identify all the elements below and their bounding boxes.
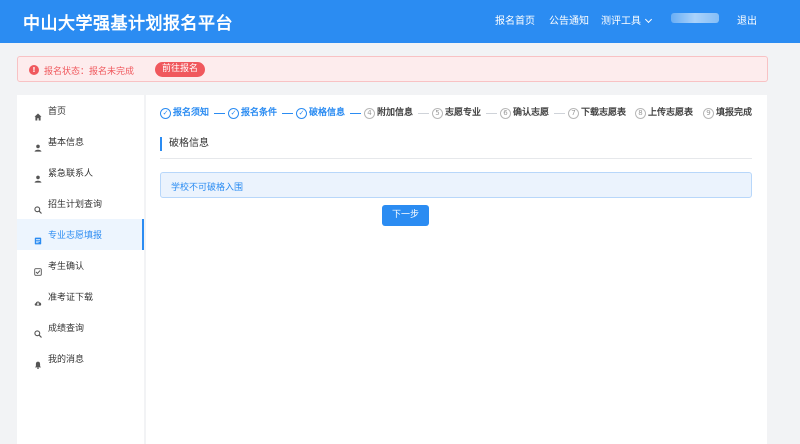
main-panel: ✓ 报名须知 ✓ 报名条件 ✓ 破格信息 4 附加信息 5 志愿专业 6 确认志愿 7 下载志愿表 8 上传志…	[146, 95, 767, 444]
info-message: 学校不可破格入围	[171, 183, 244, 193]
sidebar-item-label: 我的消息	[48, 355, 85, 365]
nav-tools-label: 测评工具	[601, 16, 641, 27]
step-connector	[214, 113, 225, 114]
user-name-blurred[interactable]	[671, 13, 719, 23]
sidebar-item-label: 首页	[48, 107, 67, 117]
progress-step-label: 报名须知	[173, 108, 210, 118]
section-title: 破格信息	[160, 137, 209, 151]
step-number-icon: 5	[432, 108, 443, 119]
progress-step-label: 报名条件	[241, 108, 278, 118]
sidebar-item[interactable]: 我的消息	[17, 343, 144, 374]
sidebar-item[interactable]: 紧急联系人	[17, 157, 144, 188]
progress-step-label: 志愿专业	[445, 108, 482, 118]
logout-link[interactable]: 退出	[737, 12, 757, 27]
progress-step-label: 上传志愿表	[648, 108, 694, 118]
info-message-box: 学校不可破格入围	[160, 172, 752, 198]
sidebar-item-label: 专业志愿填报	[48, 231, 103, 241]
site-title: 中山大学强基计划报名平台	[23, 14, 233, 34]
step-number-icon: 7	[568, 108, 579, 119]
step-connector	[350, 113, 361, 114]
step-connector	[282, 113, 293, 114]
step-connector	[554, 113, 565, 114]
sidebar-item-label: 考生确认	[48, 262, 85, 272]
go-register-button[interactable]: 前往报名	[155, 62, 206, 77]
sidebar-item[interactable]: 基本信息	[17, 126, 144, 157]
step-connector	[486, 113, 497, 114]
step-number-icon: 6	[500, 108, 511, 119]
registration-status-alert: ! 报名状态：报名未完成 前往报名	[17, 56, 768, 82]
user-icon	[34, 137, 42, 152]
check-circle-icon: ✓	[228, 108, 239, 119]
cloud-download-icon	[34, 292, 42, 306]
nav-home-link[interactable]: 报名首页	[495, 12, 535, 27]
sidebar-item-label: 准考证下载	[48, 293, 94, 303]
check-circle-icon: ✓	[296, 108, 307, 119]
progress-step-label: 附加信息	[377, 108, 414, 118]
sidebar-item[interactable]: 招生计划查询	[17, 188, 144, 219]
progress-steps: ✓ 报名须知 ✓ 报名条件 ✓ 破格信息 4 附加信息 5 志愿专业 6 确认志愿 7 下载志愿表 8 上传志…	[160, 108, 760, 122]
registration-status-text: 报名状态：报名未完成	[44, 67, 135, 77]
form-icon	[34, 230, 42, 245]
sidebar-item-label: 招生计划查询	[48, 200, 103, 210]
search-icon	[34, 199, 42, 214]
check-icon	[34, 261, 42, 276]
check-circle-icon: ✓	[160, 108, 171, 119]
progress-step-label: 确认志愿	[513, 108, 550, 118]
sidebar-menu: 首页基本信息紧急联系人招生计划查询 专业志愿填报 考生确认准考证下载成绩查询我的消息	[17, 95, 144, 444]
step-number-icon: 9	[703, 108, 714, 119]
sidebar-item-label: 成绩查询	[48, 324, 85, 334]
sidebar-item-label: 紧急联系人	[48, 169, 94, 179]
top-header: 中山大学强基计划报名平台 报名首页 公告通知 测评工具 退出	[0, 0, 800, 43]
progress-step-label: 下载志愿表	[581, 108, 627, 118]
search-icon	[34, 323, 42, 338]
alert-icon: !	[29, 65, 39, 75]
sidebar-item[interactable]: 成绩查询	[17, 312, 144, 343]
section-divider	[160, 158, 752, 159]
sidebar-item[interactable]: 首页	[17, 95, 144, 126]
next-step-button[interactable]: 下一步	[382, 205, 429, 226]
step-number-icon: 4	[364, 108, 375, 119]
nav-notice-link[interactable]: 公告通知	[549, 12, 589, 27]
step-number-icon: 8	[635, 108, 646, 119]
nav-tools-dropdown[interactable]: 测评工具	[601, 12, 653, 27]
home-icon	[34, 106, 42, 121]
sidebar-item[interactable]: 考生确认	[17, 250, 144, 281]
chevron-down-icon	[644, 15, 653, 24]
progress-step-label: 填报完成	[716, 108, 753, 118]
user-icon	[34, 168, 42, 183]
bell-icon	[34, 354, 42, 369]
sidebar-item[interactable]: 准考证下载	[17, 281, 144, 312]
progress-step-label: 破格信息	[309, 108, 346, 118]
step-connector	[418, 113, 429, 114]
sidebar-item[interactable]: 专业志愿填报	[17, 219, 144, 250]
sidebar-item-label: 基本信息	[48, 138, 85, 148]
